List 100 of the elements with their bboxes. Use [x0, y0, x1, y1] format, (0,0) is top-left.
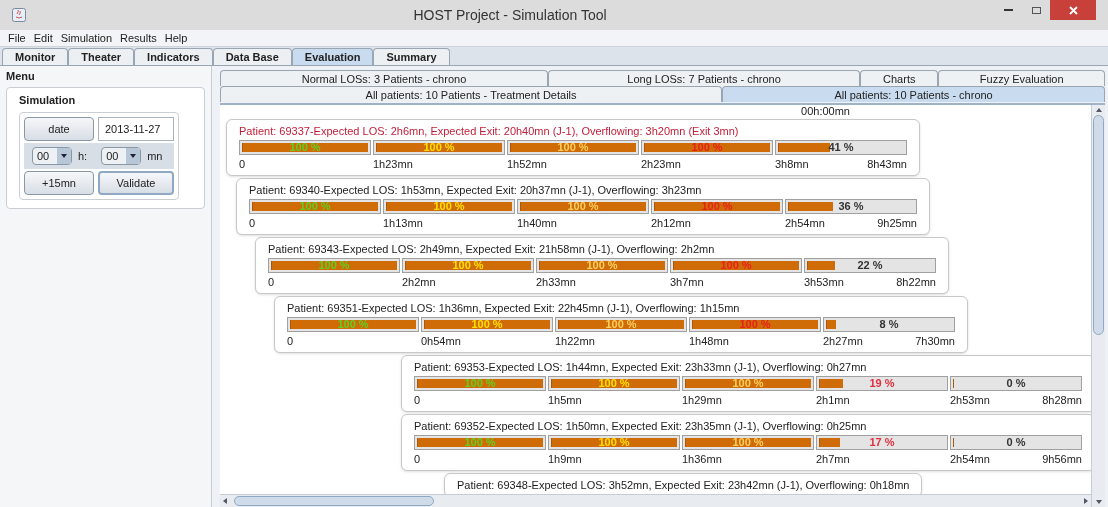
progress-label: 100 %	[433, 201, 465, 212]
time-tick: 3h8mn	[775, 157, 809, 171]
sub-tab[interactable]: Fuzzy Evaluation	[938, 70, 1105, 86]
progress-label: 100 %	[586, 260, 618, 271]
time-tick: 1h23mn	[373, 157, 413, 171]
patient-summary: Patient: 69337-Expected LOS: 2h6mn, Expected Exit: 20h40mn (J-1), Overflowing: 3h20mn (Exit 3mn)	[239, 124, 740, 138]
progress-label: 100 %	[598, 378, 630, 389]
sub-tab[interactable]: Normal LOSs: 3 Patients - chrono	[220, 70, 549, 86]
dropdown-icon	[126, 148, 141, 164]
progress-label: 8 %	[879, 319, 899, 330]
time-tick: 2h27mn	[823, 334, 863, 348]
scrollbar-thumb[interactable]	[1093, 115, 1104, 335]
progress-label: 100 %	[739, 319, 771, 330]
date-field[interactable]: 2013-11-27	[98, 117, 174, 141]
time-tick: 0	[249, 216, 256, 230]
progress-label: 100 %	[452, 260, 484, 271]
time-tick: 8h43mn	[867, 157, 907, 171]
progress-label: 100 %	[557, 142, 589, 153]
time-tick: 0h54mn	[421, 334, 461, 348]
time-tick: 2h33mn	[536, 275, 576, 289]
time-tick: 9h25mn	[877, 216, 917, 230]
tab[interactable]: Evaluation	[291, 48, 374, 65]
window-title: HOST Project - Simulation Tool	[413, 5, 607, 25]
progress-label: 0 %	[1006, 378, 1026, 389]
time-tick: 2h12mn	[651, 216, 691, 230]
time-tick: 2h53mn	[950, 393, 990, 407]
progress-label: 19 %	[869, 378, 895, 389]
timeline-start-label: 00h:00mn	[801, 105, 850, 118]
tab[interactable]: Indicators	[134, 48, 213, 65]
app-icon	[12, 8, 26, 22]
menu-item[interactable]: Help	[164, 31, 188, 45]
sub-tab[interactable]: Charts	[860, 70, 939, 86]
progress-label: 22 %	[857, 260, 883, 271]
progress-label: 17 %	[869, 437, 895, 448]
time-tick: 2h54mn	[785, 216, 825, 230]
time-tick: 2h54mn	[950, 452, 990, 466]
time-tick: 8h28mn	[1042, 393, 1082, 407]
sub-tab[interactable]: Long LOSs: 7 Patients - chrono	[548, 70, 861, 86]
minute-select[interactable]: 00	[101, 147, 142, 165]
menu-item[interactable]: Simulation	[60, 31, 113, 45]
vertical-scrollbar[interactable]	[1091, 105, 1105, 507]
tab[interactable]: Monitor	[2, 48, 69, 65]
progress-label: 100 %	[701, 201, 733, 212]
sub-tab[interactable]: All patients: 10 Patients - chrono	[722, 86, 1105, 102]
progress-label: 100 %	[720, 260, 752, 271]
progress-label: 100 %	[337, 319, 369, 330]
time-tick: 3h53mn	[804, 275, 844, 289]
time-tick: 0	[287, 334, 294, 348]
time-tick: 1h52mn	[507, 157, 547, 171]
progress-label: 100 %	[732, 378, 764, 389]
add-time-button[interactable]: +15mn	[24, 171, 94, 195]
menu-item[interactable]: File	[8, 31, 26, 45]
time-tick: 0	[268, 275, 275, 289]
progress-label: 100 %	[732, 437, 764, 448]
time-tick: 1h36mn	[682, 452, 722, 466]
progress-label: 100 %	[318, 260, 350, 271]
time-tick: 7h30mn	[915, 334, 955, 348]
patient-summary: Patient: 69352-Expected LOS: 1h50mn, Expected Exit: 23h35mn (J-1), Overflowing: 0h25mn	[414, 419, 868, 433]
time-tick: 2h7mn	[816, 452, 850, 466]
time-tick: 2h1mn	[816, 393, 850, 407]
progress-label: 0 %	[1006, 437, 1026, 448]
time-tick: 3h7mn	[670, 275, 704, 289]
tab[interactable]: Data Base	[212, 48, 292, 65]
scrollbar-thumb[interactable]	[234, 496, 434, 506]
group-title: Simulation	[19, 92, 77, 108]
close-button[interactable]	[1050, 0, 1096, 20]
progress-label: 100 %	[567, 201, 599, 212]
progress-label: 100 %	[299, 201, 331, 212]
close-icon	[1068, 5, 1078, 15]
patient-summary: Patient: 69340-Expected LOS: 1h53mn, Expected Exit: 20h37mn (J-1), Overflowing: 3h23mn	[249, 183, 703, 197]
horizontal-scrollbar[interactable]	[220, 494, 1091, 507]
progress-label: 100 %	[464, 378, 496, 389]
tab[interactable]: Summary	[373, 48, 450, 65]
hour-select[interactable]: 00	[32, 147, 72, 165]
time-tick: 1h5mn	[548, 393, 582, 407]
sub-tab[interactable]: All patients: 10 Patients - Treatment Details	[220, 86, 723, 102]
time-tick: 1h48mn	[689, 334, 729, 348]
time-tick: 0	[414, 452, 421, 466]
menu-item[interactable]: Edit	[33, 31, 53, 45]
time-tick: 9h56mn	[1042, 452, 1082, 466]
progress-label: 100 %	[605, 319, 637, 330]
dropdown-icon	[57, 148, 71, 164]
date-button[interactable]: date	[24, 117, 94, 141]
validate-button[interactable]: Validate	[98, 171, 174, 195]
time-tick: 1h40mn	[517, 216, 557, 230]
time-tick: 2h2mn	[402, 275, 436, 289]
patient-summary: Patient: 69353-Expected LOS: 1h44mn, Expected Exit: 23h33mn (J-1), Overflowing: 0h27mn	[414, 360, 868, 374]
panel-title: Menu	[6, 69, 36, 84]
time-tick: 1h9mn	[548, 452, 582, 466]
progress-label: 100 %	[471, 319, 503, 330]
progress-label: 100 %	[598, 437, 630, 448]
progress-label: 100 %	[464, 437, 496, 448]
tab[interactable]: Theater	[68, 48, 135, 65]
progress-label: 100 %	[691, 142, 723, 153]
time-tick: 0	[239, 157, 246, 171]
time-tick: 0	[414, 393, 421, 407]
menu-item[interactable]: Results	[120, 31, 157, 45]
patient-summary: Patient: 69351-Expected LOS: 1h36mn, Expected Exit: 22h45mn (J-1), Overflowing: 1h15mn	[287, 301, 741, 315]
patient-summary: Patient: 69343-Expected LOS: 2h49mn, Expected Exit: 21h58mn (J-1), Overflowing: 2h2mn	[268, 242, 716, 256]
patient-summary: Patient: 69348-Expected LOS: 3h52mn, Expected Exit: 23h42mn (J-1), Overflowing: 0h18mn	[457, 478, 910, 492]
